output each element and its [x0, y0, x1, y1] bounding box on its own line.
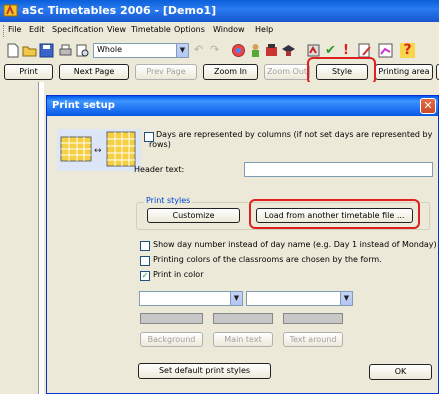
- document-edit-icon[interactable]: [357, 43, 372, 58]
- dialog-title-bar: Print setup ✕: [47, 96, 438, 116]
- menu-options[interactable]: Options: [174, 25, 205, 34]
- print-styles-title: Print styles: [144, 196, 193, 205]
- print-preview-icon[interactable]: [75, 43, 90, 58]
- main-text-button[interactable]: Main text: [213, 332, 273, 347]
- print-in-color-label: Print in color: [153, 270, 204, 279]
- printing-colors-label: Printing colors of the classrooms are ch…: [153, 255, 382, 264]
- menubar-grip: [3, 25, 5, 37]
- view-combo[interactable]: Whole ▼: [93, 43, 189, 58]
- app-title-bar: aSc Timetables 2006 - [Demo1]: [0, 0, 439, 22]
- menu-window[interactable]: Window: [213, 25, 245, 34]
- new-file-icon[interactable]: [5, 43, 20, 58]
- printing-colors-checkbox[interactable]: [140, 256, 150, 266]
- printing-area-button[interactable]: Printing area: [375, 64, 433, 80]
- teachers-icon[interactable]: [248, 43, 263, 58]
- text-around-color-swatch[interactable]: [283, 313, 343, 324]
- palette-icon[interactable]: [231, 43, 246, 58]
- menu-edit[interactable]: Edit: [29, 25, 45, 34]
- save-icon[interactable]: [39, 43, 54, 58]
- main-text-color-swatch[interactable]: [213, 313, 273, 324]
- menu-view[interactable]: View: [107, 25, 126, 34]
- header-text-input[interactable]: [244, 162, 433, 177]
- print-icon[interactable]: [58, 43, 73, 58]
- close-icon[interactable]: ✕: [420, 98, 436, 114]
- print-in-color-checkbox[interactable]: ✓: [140, 271, 150, 281]
- chart-icon[interactable]: [378, 43, 393, 58]
- menu-file[interactable]: File: [8, 25, 21, 34]
- classes-icon[interactable]: [264, 43, 279, 58]
- print-setup-dialog: Print setup ✕ ↔ Days are represented by …: [46, 95, 439, 394]
- text-around-button[interactable]: Text around: [283, 332, 343, 347]
- days-columns-label: Days are represented by columns (if not …: [149, 130, 433, 149]
- svg-text:↔: ↔: [94, 146, 102, 156]
- menu-specification[interactable]: Specification: [52, 25, 103, 34]
- background-color-swatch[interactable]: [140, 313, 203, 324]
- app-title: aSc Timetables 2006 - [Demo1]: [22, 4, 217, 17]
- ok-button[interactable]: OK: [369, 364, 432, 380]
- open-folder-icon[interactable]: [22, 43, 37, 58]
- subjects-icon[interactable]: [306, 43, 321, 58]
- menu-timetable[interactable]: Timetable: [131, 25, 171, 34]
- background-button[interactable]: Background: [140, 332, 203, 347]
- header-text-label: Header text:: [134, 165, 185, 174]
- preview-page-edge: [38, 82, 44, 394]
- prev-page-button[interactable]: Prev Page: [135, 64, 197, 80]
- color-combo-right[interactable]: ▼: [246, 291, 353, 306]
- days-orientation-illustration-icon: ↔: [57, 129, 141, 171]
- check-icon[interactable]: ✔: [325, 43, 340, 58]
- style-button-highlight: [307, 57, 376, 85]
- menu-help[interactable]: Help: [255, 25, 273, 34]
- warning-icon[interactable]: !: [343, 43, 358, 58]
- show-day-number-checkbox[interactable]: [140, 241, 150, 251]
- graduation-icon[interactable]: [281, 43, 296, 58]
- menu-bar: File Edit Specification View Timetable O…: [0, 22, 439, 40]
- redo-icon[interactable]: ↷: [210, 43, 225, 58]
- chevron-down-icon[interactable]: ▼: [230, 292, 242, 305]
- zoom-out-button[interactable]: Zoom Out: [264, 64, 310, 80]
- show-day-number-label: Show day number instead of day name (e.g…: [153, 240, 437, 249]
- set-default-styles-button[interactable]: Set default print styles: [138, 363, 271, 379]
- dialog-title: Print setup: [52, 100, 115, 111]
- next-page-button[interactable]: Next Page: [59, 64, 129, 80]
- chevron-down-icon[interactable]: ▼: [176, 44, 188, 57]
- chevron-down-icon[interactable]: ▼: [340, 292, 352, 305]
- load-from-file-highlight: [249, 199, 420, 229]
- zoom-in-button[interactable]: Zoom In: [203, 64, 258, 80]
- view-combo-value: Whole: [97, 45, 123, 54]
- help-icon[interactable]: ?: [400, 43, 415, 58]
- color-combo-left[interactable]: ▼: [139, 291, 243, 306]
- app-logo-icon: [3, 4, 18, 17]
- customize-button[interactable]: Customize: [147, 208, 240, 223]
- print-button[interactable]: Print: [4, 64, 53, 80]
- undo-icon[interactable]: ↶: [194, 43, 209, 58]
